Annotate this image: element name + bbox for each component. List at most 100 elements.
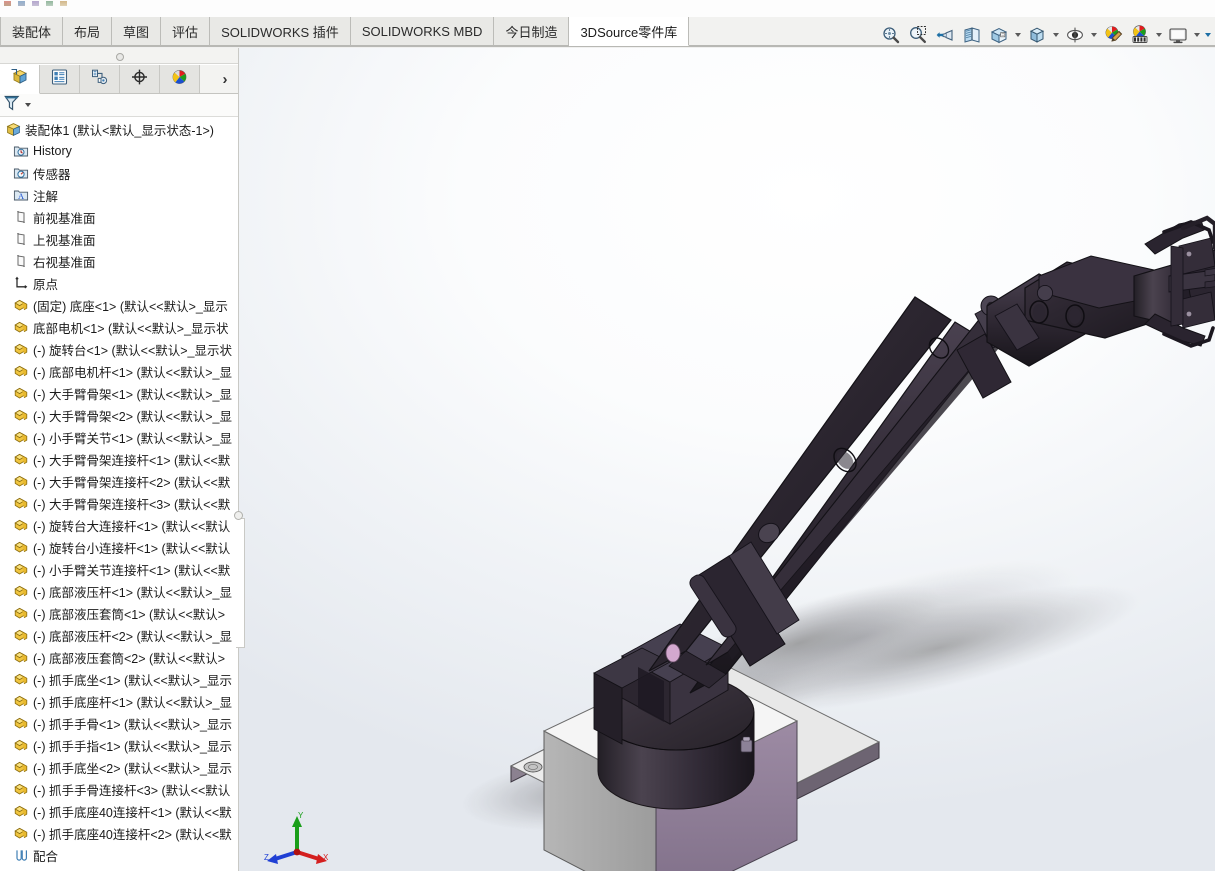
tree-row-component[interactable]: (-) 大手臂骨架<1> (默认<<默认>_显 (0, 382, 238, 404)
tree-row-component[interactable]: (-) 抓手底座40连接杆<1> (默认<<默 (0, 800, 238, 822)
svg-text:Y: Y (298, 811, 304, 820)
zoom-to-fit-icon[interactable] (877, 23, 904, 48)
tree-row-component[interactable]: (-) 抓手手骨连接杆<3> (默认<<默认 (0, 778, 238, 800)
view-settings-dropdown-caret[interactable] (1191, 23, 1202, 48)
component-icon (12, 384, 30, 402)
svg-text:A: A (18, 192, 24, 201)
tree-splitter-handle[interactable] (234, 511, 243, 520)
previous-view-icon[interactable] (931, 23, 958, 48)
tree-filter-bar[interactable] (0, 94, 238, 117)
component-icon (12, 296, 30, 314)
property-list-icon (50, 68, 69, 91)
tree-item-label: (-) 底部液压套筒<2> (默认<<默认> (33, 648, 225, 667)
pivot-pin (666, 644, 680, 662)
feature-manager-design-tree-tab[interactable] (0, 65, 40, 94)
tree-row-component[interactable]: (-) 底部液压杆<2> (默认<<默认>_显 (0, 624, 238, 646)
tree-item-label: 配合 (33, 846, 58, 865)
tree-row-component[interactable]: (-) 抓手底坐<1> (默认<<默认>_显示 (0, 668, 238, 690)
tree-row-component[interactable]: (-) 底部液压套筒<2> (默认<<默认> (0, 646, 238, 668)
tree-row-component[interactable]: (-) 小手臂关节连接杆<1> (默认<<默 (0, 558, 238, 580)
display-style-icon[interactable] (1023, 23, 1050, 48)
tree-row-component[interactable]: (-) 大手臂骨架连接杆<1> (默认<<默 (0, 448, 238, 470)
tree-row-sensors[interactable]: 传感器 (0, 162, 238, 184)
tree-item-label: (-) 旋转台大连接杆<1> (默认<<默认 (33, 516, 230, 535)
tree-row-component[interactable]: (-) 抓手底座杆<1> (默认<<默认>_显 (0, 690, 238, 712)
tree-row-component[interactable]: (-) 大手臂骨架连接杆<3> (默认<<默 (0, 492, 238, 514)
tab-sketch[interactable]: 草图 (112, 17, 161, 46)
sensors-folder-icon (12, 164, 30, 182)
view-orientation-icon[interactable] (985, 23, 1012, 48)
tree-item-label: (-) 抓手底坐<1> (默认<<默认>_显示 (33, 670, 232, 689)
tree-row-top-plane[interactable]: 上视基准面 (0, 228, 238, 250)
tree-row-component[interactable]: (-) 大手臂骨架<2> (默认<<默认>_显 (0, 404, 238, 426)
tree-row-component[interactable]: (-) 旋转台<1> (默认<<默认>_显示状 (0, 338, 238, 360)
edit-appearance-icon[interactable] (1099, 23, 1126, 48)
tree-row-component[interactable]: (-) 抓手底座40连接杆<2> (默认<<默 (0, 822, 238, 844)
ribbon-ghost-icon (46, 1, 53, 6)
configuration-icon (90, 68, 109, 91)
tree-item-label: History (33, 144, 72, 158)
tree-item-label: (-) 旋转台<1> (默认<<默认>_显示状 (33, 340, 232, 359)
tree-row-root[interactable]: 装配体1 (默认<默认_显示状态-1>) (0, 118, 238, 140)
feature-manager-panel: › 装配体1 (默认<默认_显示 (0, 48, 238, 871)
apply-scene-dropdown-caret[interactable] (1153, 23, 1164, 48)
tree-row-component[interactable]: (-) 抓手底坐<2> (默认<<默认>_显示 (0, 756, 238, 778)
tree-row-right-plane[interactable]: 右视基准面 (0, 250, 238, 272)
display-style-dropdown-caret[interactable] (1050, 23, 1061, 48)
tree-row-front-plane[interactable]: 前视基准面 (0, 206, 238, 228)
panel-drag-handle[interactable] (0, 48, 238, 64)
apply-scene-icon[interactable] (1126, 23, 1153, 48)
component-icon (12, 736, 30, 754)
tree-row-history[interactable]: History (0, 140, 238, 162)
tab-evaluate[interactable]: 评估 (161, 17, 210, 46)
tree-row-component[interactable]: (-) 抓手手指<1> (默认<<默认>_显示 (0, 734, 238, 756)
tree-row-component[interactable]: (-) 底部液压套筒<1> (默认<<默认> (0, 602, 238, 624)
graphics-viewport[interactable]: Y X Z (239, 48, 1215, 871)
dimxpert-manager-tab[interactable] (120, 65, 160, 93)
property-manager-tab[interactable] (40, 65, 80, 93)
tree-item-label: (-) 小手臂关节<1> (默认<<默认>_显 (33, 428, 232, 447)
component-icon (12, 604, 30, 622)
tab-3dsource-parts-library[interactable]: 3DSource零件库 (569, 17, 689, 46)
filter-funnel-icon (2, 93, 22, 118)
tree-row-component[interactable]: (-) 抓手手骨<1> (默认<<默认>_显示 (0, 712, 238, 734)
component-icon (12, 406, 30, 424)
tab-manufacture-today[interactable]: 今日制造 (494, 17, 569, 46)
tab-layout[interactable]: 布局 (63, 17, 112, 46)
tab-assembly[interactable]: 装配体 (0, 17, 63, 46)
tree-item-label: 前视基准面 (33, 208, 96, 227)
tree-row-component[interactable]: (-) 底部液压杆<1> (默认<<默认>_显 (0, 580, 238, 602)
component-icon (12, 758, 30, 776)
tab-solidworks-mbd[interactable]: SOLIDWORKS MBD (351, 17, 495, 46)
tree-resize-edge[interactable] (236, 518, 245, 648)
configuration-manager-tab[interactable] (80, 65, 120, 93)
section-view-icon[interactable] (958, 23, 985, 48)
tree-row-component[interactable]: (-) 大手臂骨架连接杆<2> (默认<<默 (0, 470, 238, 492)
tree-item-label: 注解 (33, 186, 58, 205)
toolbar-overflow-caret[interactable] (1202, 23, 1213, 48)
zoom-to-area-icon[interactable] (904, 23, 931, 48)
tree-row-component[interactable]: (固定) 底座<1> (默认<<默认>_显示 (0, 294, 238, 316)
tree-row-component[interactable]: (-) 底部电机杆<1> (默认<<默认>_显 (0, 360, 238, 382)
tree-item-label: (-) 抓手底座40连接杆<2> (默认<<默 (33, 824, 232, 843)
expand-panel-button[interactable]: › (212, 65, 238, 93)
tab-solidworks-addins[interactable]: SOLIDWORKS 插件 (210, 17, 351, 46)
tree-row-component[interactable]: (-) 旋转台大连接杆<1> (默认<<默认 (0, 514, 238, 536)
hide-show-items-icon[interactable] (1061, 23, 1088, 48)
plane-icon (12, 208, 30, 226)
tree-row-component[interactable]: 底部电机<1> (默认<<默认>_显示状 (0, 316, 238, 338)
view-orientation-dropdown-caret[interactable] (1012, 23, 1023, 48)
tree-item-label: (-) 旋转台小连接杆<1> (默认<<默认 (33, 538, 230, 557)
tree-row-origin[interactable]: 原点 (0, 272, 238, 294)
component-icon (12, 824, 30, 842)
view-settings-icon[interactable] (1164, 23, 1191, 48)
tree-row-component[interactable]: (-) 旋转台小连接杆<1> (默认<<默认 (0, 536, 238, 558)
tree-row-annotations[interactable]: A 注解 (0, 184, 238, 206)
tree-item-label: (-) 大手臂骨架连接杆<2> (默认<<默 (33, 472, 230, 491)
tree-row-mates[interactable]: 配合 (0, 844, 238, 866)
hide-show-items-dropdown-caret[interactable] (1088, 23, 1099, 48)
tree-item-label: (-) 底部液压套筒<1> (默认<<默认> (33, 604, 225, 623)
filter-dropdown-caret[interactable] (25, 103, 31, 107)
tree-row-component[interactable]: (-) 小手臂关节<1> (默认<<默认>_显 (0, 426, 238, 448)
display-manager-tab[interactable] (160, 65, 200, 93)
